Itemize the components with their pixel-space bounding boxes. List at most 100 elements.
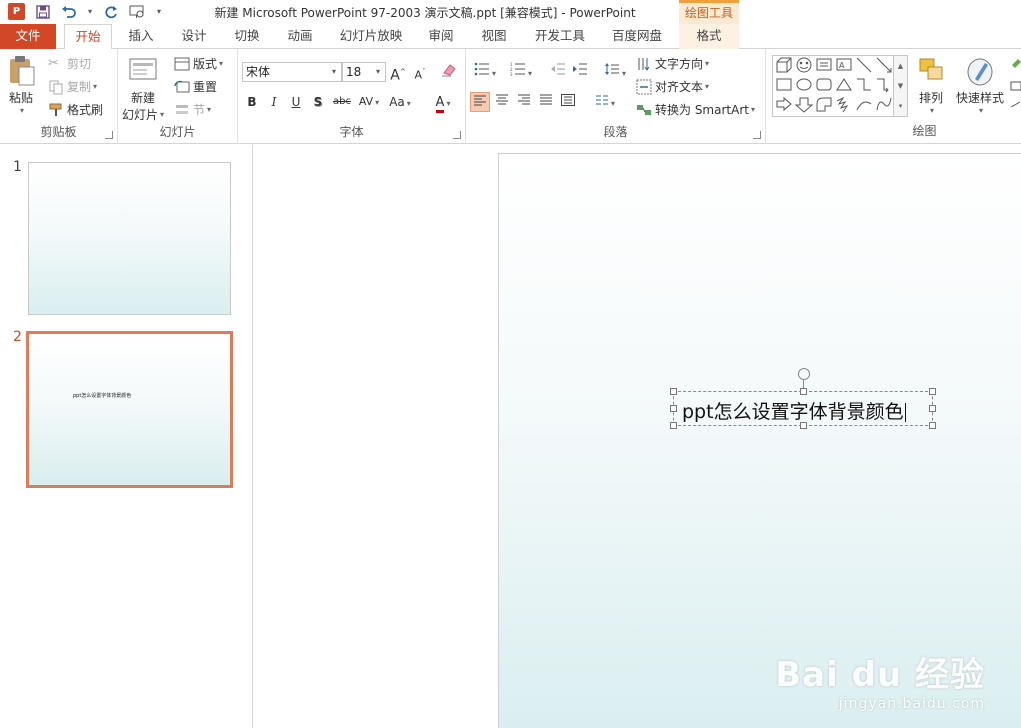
font-color-button[interactable]: A ▾ bbox=[428, 92, 458, 113]
scroll-up-icon[interactable]: ▲ bbox=[894, 56, 907, 76]
italic-button[interactable]: I bbox=[264, 92, 284, 112]
selected-textbox[interactable]: ppt怎么设置字体背景颜色 bbox=[670, 368, 936, 429]
section-label: 节 bbox=[193, 103, 206, 117]
group-font: 宋体 ▾ 18 ▾ A^ Aˇ B I U S abc AV ▾ Aa ▾ A ▾ 字… bbox=[238, 49, 466, 144]
tab-transitions[interactable]: 切换 bbox=[226, 24, 268, 49]
tab-review[interactable]: 审阅 bbox=[420, 24, 462, 49]
resize-handle-top[interactable] bbox=[800, 388, 807, 395]
text-direction-label: 文字方向 bbox=[655, 57, 704, 71]
reset-label: 重置 bbox=[193, 80, 218, 94]
current-slide[interactable]: ppt怎么设置字体背景颜色 Bai du 经验 jingyan.baidu.co… bbox=[498, 153, 1021, 728]
paste-icon bbox=[10, 56, 35, 86]
ribbon-tabs: 文件 开始 插入 设计 切换 动画 幻灯片放映 审阅 视图 开发工具 百度网盘 … bbox=[0, 24, 1021, 50]
text-direction-button[interactable]: 文字方向 ▾ bbox=[636, 55, 709, 72]
format-painter-button[interactable]: 格式刷 bbox=[48, 101, 103, 118]
align-text-button[interactable]: 对齐文本 ▾ bbox=[636, 78, 709, 95]
reset-button[interactable]: 重置 bbox=[174, 78, 217, 95]
resize-handle-left[interactable] bbox=[670, 405, 677, 412]
smartart-label: 转换为 SmartArt bbox=[655, 103, 749, 117]
tab-slideshow[interactable]: 幻灯片放映 bbox=[332, 24, 410, 49]
align-center-button[interactable] bbox=[492, 92, 512, 112]
resize-handle-bottom-right[interactable] bbox=[929, 422, 936, 429]
quick-styles-button[interactable]: 快速样式 ▾ bbox=[956, 55, 1004, 115]
drawing-group-label: 绘图 bbox=[912, 124, 937, 138]
font-launcher-icon[interactable] bbox=[453, 131, 461, 139]
font-size-combo[interactable]: 18 ▾ bbox=[342, 62, 386, 82]
align-left-button[interactable] bbox=[470, 92, 490, 112]
tab-design[interactable]: 设计 bbox=[172, 24, 216, 49]
numbering-button[interactable]: 1 2 3 ▾ bbox=[506, 62, 536, 82]
more-shapes-icon[interactable]: ▾ bbox=[894, 96, 907, 116]
tab-baidu-netdisk[interactable]: 百度网盘 bbox=[604, 24, 670, 49]
tab-developer[interactable]: 开发工具 bbox=[526, 24, 594, 49]
justify-button[interactable] bbox=[536, 92, 556, 112]
group-paragraph: ▾ 1 2 3 ▾ ▾ ▾ 文字方向 ▾ 对齐文本 ▾ 转换为 SmartArt… bbox=[466, 49, 766, 144]
change-case-button[interactable]: Aa ▾ bbox=[386, 92, 414, 112]
shape-fill-outline-icons[interactable] bbox=[1010, 57, 1021, 117]
strikethrough-button[interactable]: abc bbox=[330, 92, 354, 112]
bullets-button[interactable]: ▾ bbox=[470, 62, 500, 82]
tab-insert[interactable]: 插入 bbox=[120, 24, 162, 49]
paste-dropdown-icon[interactable]: ▾ bbox=[20, 106, 24, 115]
copy-button[interactable]: 复制 ▾ bbox=[48, 78, 97, 95]
new-slide-icon bbox=[129, 58, 157, 80]
font-name-dropdown-icon[interactable]: ▾ bbox=[327, 63, 341, 81]
resize-handle-right[interactable] bbox=[929, 405, 936, 412]
paragraph-launcher-icon[interactable] bbox=[753, 131, 761, 139]
section-button[interactable]: 节 ▾ bbox=[174, 101, 211, 118]
watermark-logo: Bai du 经验 bbox=[775, 655, 985, 695]
quick-styles-icon bbox=[967, 58, 993, 86]
section-icon bbox=[174, 102, 190, 118]
tab-format[interactable]: 格式 bbox=[679, 24, 739, 49]
convert-smartart-button[interactable]: 转换为 SmartArt ▾ bbox=[636, 101, 755, 118]
tab-home[interactable]: 开始 bbox=[64, 24, 112, 50]
bold-button[interactable]: B bbox=[242, 92, 262, 112]
text-shadow-button[interactable]: S bbox=[308, 92, 328, 112]
cut-button[interactable]: ✂ 剪切 bbox=[48, 55, 91, 72]
group-slides: 新建 幻灯片 ▾ 版式 ▾ 重置 节 ▾ 幻灯片 bbox=[118, 49, 238, 144]
ribbon: 粘贴 ▾ ✂ 剪切 复制 ▾ 格式刷 剪贴板 新建 幻灯片 ▾ 版式 ▾ 重置 … bbox=[0, 49, 1021, 144]
slide-thumbnail-2[interactable]: ppt怎么设置字体背景颜色 bbox=[26, 331, 233, 488]
tab-animations[interactable]: 动画 bbox=[278, 24, 322, 49]
columns-button[interactable]: ▾ bbox=[590, 92, 620, 112]
underline-button[interactable]: U bbox=[286, 92, 306, 112]
align-right-button[interactable] bbox=[514, 92, 534, 112]
textbox-content[interactable]: ppt怎么设置字体背景颜色 bbox=[682, 397, 906, 424]
increase-indent-icon bbox=[573, 63, 587, 75]
decrease-indent-button[interactable] bbox=[548, 62, 568, 82]
font-size-dropdown-icon[interactable]: ▾ bbox=[371, 63, 385, 81]
columns-icon bbox=[595, 95, 608, 105]
shapes-gallery-scroll[interactable]: ▲ ▼ ▾ bbox=[894, 55, 908, 117]
baidu-jingyan-watermark: Bai du 经验 jingyan.baidu.com bbox=[775, 647, 985, 712]
justify-icon bbox=[540, 94, 552, 105]
arrange-button[interactable]: 排列 ▾ bbox=[916, 55, 946, 115]
slide-thumbnail-1[interactable] bbox=[28, 162, 231, 315]
clear-formatting-button[interactable] bbox=[439, 62, 459, 82]
resize-handle-bottom-left[interactable] bbox=[670, 422, 677, 429]
new-slide-dropdown-icon[interactable]: ▾ bbox=[160, 110, 164, 119]
new-slide-button[interactable]: 新建 幻灯片 ▾ bbox=[122, 55, 164, 123]
distributed-button[interactable] bbox=[558, 92, 578, 112]
paste-button[interactable]: 粘贴 ▾ bbox=[6, 55, 36, 115]
reset-icon bbox=[174, 79, 190, 95]
slide-thumbnail-2-text: ppt怎么设置字体背景颜色 bbox=[73, 393, 132, 399]
resize-handle-top-left[interactable] bbox=[670, 388, 677, 395]
layout-button[interactable]: 版式 ▾ bbox=[174, 55, 223, 72]
resize-handle-top-right[interactable] bbox=[929, 388, 936, 395]
grow-font-button[interactable]: A^ bbox=[388, 62, 408, 84]
rotate-handle-icon[interactable] bbox=[798, 368, 810, 380]
layout-label: 版式 bbox=[193, 57, 218, 71]
line-spacing-button[interactable]: ▾ bbox=[600, 62, 630, 82]
clipboard-launcher-icon[interactable] bbox=[105, 131, 113, 139]
shrink-font-button[interactable]: Aˇ bbox=[410, 62, 430, 82]
character-spacing-button[interactable]: AV ▾ bbox=[356, 92, 382, 112]
tab-file[interactable]: 文件 bbox=[0, 24, 56, 49]
copy-dropdown-icon[interactable]: ▾ bbox=[93, 82, 97, 91]
shapes-gallery[interactable]: A bbox=[772, 55, 894, 117]
paste-label: 粘贴 bbox=[8, 91, 33, 105]
tab-view[interactable]: 视图 bbox=[472, 24, 516, 49]
increase-indent-button[interactable] bbox=[570, 62, 590, 82]
font-name-combo[interactable]: 宋体 ▾ bbox=[242, 62, 342, 82]
align-left-icon bbox=[474, 95, 486, 106]
scroll-down-icon[interactable]: ▼ bbox=[894, 76, 907, 96]
